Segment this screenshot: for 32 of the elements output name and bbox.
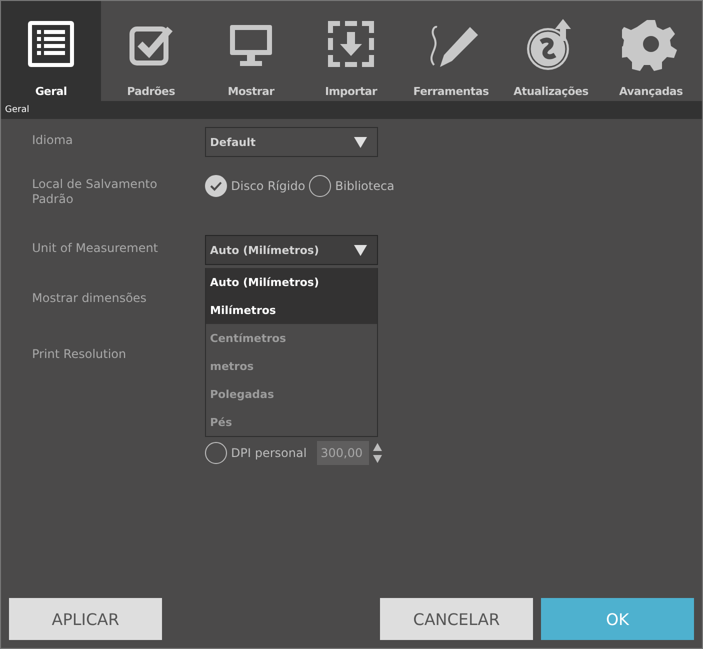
dropdown-option[interactable]: Milímetros bbox=[206, 296, 377, 324]
dropdown-option[interactable]: Polegadas bbox=[206, 380, 377, 408]
setting-label: Idioma bbox=[32, 132, 74, 148]
tab[interactable]: Geral bbox=[1, 1, 101, 101]
unit-dropdown[interactable]: Auto (Milímetros) bbox=[205, 235, 378, 265]
radio-button[interactable] bbox=[205, 175, 227, 197]
dropdown-option[interactable]: metros bbox=[206, 352, 377, 380]
apply-button[interactable]: APLICAR bbox=[9, 598, 162, 640]
radio-label: Disco Rígido bbox=[231, 179, 306, 193]
spinner-arrows-icon bbox=[372, 442, 382, 464]
radio-label: Biblioteca bbox=[335, 179, 394, 193]
tab[interactable]: Avançadas bbox=[601, 1, 701, 101]
setting-label: Print Resolution bbox=[32, 346, 128, 362]
dropdown-option[interactable]: Centímetros bbox=[206, 324, 377, 352]
tab[interactable]: Ferramentas bbox=[401, 1, 501, 101]
tab[interactable]: Mostrar bbox=[201, 1, 301, 101]
section-title: Geral bbox=[5, 105, 30, 115]
dropdown-arrow-icon bbox=[354, 244, 367, 256]
tab[interactable]: Importar bbox=[301, 1, 401, 101]
tab[interactable]: Atualizações bbox=[501, 1, 601, 101]
check-icon bbox=[210, 181, 222, 191]
dropdown-arrow-icon bbox=[354, 136, 367, 148]
cancel-button[interactable]: CANCELAR bbox=[380, 598, 533, 640]
radio-button[interactable] bbox=[309, 175, 332, 197]
dropdown-option[interactable]: Auto (Milímetros) bbox=[206, 268, 377, 296]
setting-label: Local de Salvamento Padrão bbox=[32, 176, 158, 207]
language-dropdown[interactable]: Default bbox=[205, 127, 378, 157]
setting-label: Unit of Measurement bbox=[32, 240, 160, 256]
dropdown-option[interactable]: Pés bbox=[206, 408, 377, 436]
radio-label: DPI personal bbox=[231, 446, 307, 460]
setting-label: Mostrar dimensões bbox=[32, 290, 148, 306]
tab[interactable]: Padrões bbox=[101, 1, 201, 101]
